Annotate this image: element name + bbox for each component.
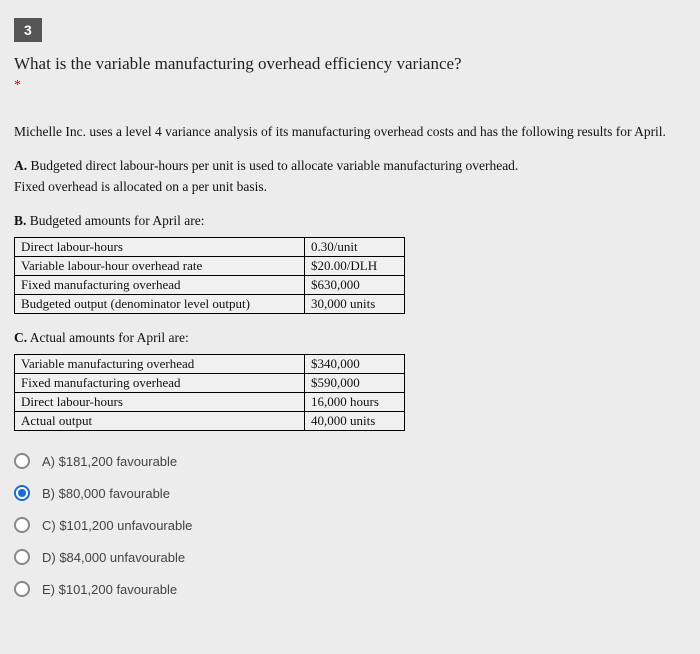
table-row: Variable manufacturing overhead $340,000 bbox=[15, 355, 405, 374]
point-a-text1: Budgeted direct labour-hours per unit is… bbox=[31, 158, 519, 173]
point-a-label: A. bbox=[14, 158, 27, 173]
radio-icon[interactable] bbox=[14, 549, 30, 565]
point-a: A. Budgeted direct labour-hours per unit… bbox=[14, 156, 686, 197]
table-cell-value: 30,000 units bbox=[305, 295, 405, 314]
budgeted-table: Direct labour-hours 0.30/unit Variable l… bbox=[14, 237, 405, 314]
point-b: B. Budgeted amounts for April are: bbox=[14, 211, 686, 231]
option-label: E) $101,200 favourable bbox=[42, 582, 177, 597]
table-cell-label: Direct labour-hours bbox=[15, 393, 305, 412]
table-cell-label: Variable manufacturing overhead bbox=[15, 355, 305, 374]
table-cell-label: Fixed manufacturing overhead bbox=[15, 374, 305, 393]
table-row: Actual output 40,000 units bbox=[15, 412, 405, 431]
table-cell-label: Direct labour-hours bbox=[15, 238, 305, 257]
option-d[interactable]: D) $84,000 unfavourable bbox=[14, 549, 686, 565]
radio-icon[interactable] bbox=[14, 485, 30, 501]
required-marker: * bbox=[14, 78, 686, 94]
table-row: Direct labour-hours 0.30/unit bbox=[15, 238, 405, 257]
radio-icon[interactable] bbox=[14, 517, 30, 533]
table-cell-value: $590,000 bbox=[305, 374, 405, 393]
table-cell-value: 16,000 hours bbox=[305, 393, 405, 412]
actual-table: Variable manufacturing overhead $340,000… bbox=[14, 354, 405, 431]
table-cell-label: Variable labour-hour overhead rate bbox=[15, 257, 305, 276]
table-cell-value: $630,000 bbox=[305, 276, 405, 295]
point-c: C. Actual amounts for April are: bbox=[14, 328, 686, 348]
table-cell-label: Actual output bbox=[15, 412, 305, 431]
table-cell-label: Fixed manufacturing overhead bbox=[15, 276, 305, 295]
table-cell-value: $20.00/DLH bbox=[305, 257, 405, 276]
option-label: A) $181,200 favourable bbox=[42, 454, 177, 469]
question-number-badge: 3 bbox=[14, 18, 42, 42]
table-row: Fixed manufacturing overhead $590,000 bbox=[15, 374, 405, 393]
table-row: Direct labour-hours 16,000 hours bbox=[15, 393, 405, 412]
option-b[interactable]: B) $80,000 favourable bbox=[14, 485, 686, 501]
table-cell-value: 0.30/unit bbox=[305, 238, 405, 257]
option-a[interactable]: A) $181,200 favourable bbox=[14, 453, 686, 469]
point-c-text: Actual amounts for April are: bbox=[30, 330, 189, 345]
radio-icon[interactable] bbox=[14, 581, 30, 597]
option-label: B) $80,000 favourable bbox=[42, 486, 170, 501]
point-b-text: Budgeted amounts for April are: bbox=[30, 213, 205, 228]
option-c[interactable]: C) $101,200 unfavourable bbox=[14, 517, 686, 533]
table-row: Budgeted output (denominator level outpu… bbox=[15, 295, 405, 314]
question-container: 3 What is the variable manufacturing ove… bbox=[0, 0, 700, 654]
table-cell-value: 40,000 units bbox=[305, 412, 405, 431]
context-paragraph: Michelle Inc. uses a level 4 variance an… bbox=[14, 122, 686, 142]
point-c-label: C. bbox=[14, 330, 27, 345]
table-row: Variable labour-hour overhead rate $20.0… bbox=[15, 257, 405, 276]
table-cell-value: $340,000 bbox=[305, 355, 405, 374]
radio-icon[interactable] bbox=[14, 453, 30, 469]
option-e[interactable]: E) $101,200 favourable bbox=[14, 581, 686, 597]
option-label: D) $84,000 unfavourable bbox=[42, 550, 185, 565]
option-label: C) $101,200 unfavourable bbox=[42, 518, 192, 533]
table-cell-label: Budgeted output (denominator level outpu… bbox=[15, 295, 305, 314]
options-list: A) $181,200 favourable B) $80,000 favour… bbox=[14, 453, 686, 597]
question-text: What is the variable manufacturing overh… bbox=[14, 54, 686, 74]
point-b-label: B. bbox=[14, 213, 26, 228]
table-row: Fixed manufacturing overhead $630,000 bbox=[15, 276, 405, 295]
point-a-text2: Fixed overhead is allocated on a per uni… bbox=[14, 179, 267, 194]
